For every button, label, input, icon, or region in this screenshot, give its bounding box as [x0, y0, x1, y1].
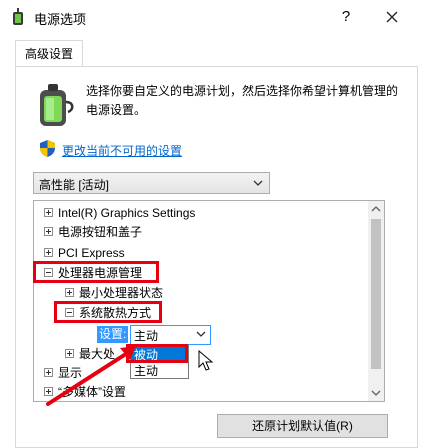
help-button[interactable]: ? — [336, 6, 356, 28]
power-options-icon — [13, 8, 23, 25]
annotation-arrow-icon — [46, 346, 136, 406]
expand-icon[interactable] — [44, 227, 53, 236]
tab-advanced-settings[interactable]: 高级设置 — [15, 40, 83, 69]
tree-scrollbar[interactable] — [368, 201, 384, 401]
tree-item-label: 电源按钮和盖子 — [58, 225, 143, 239]
expand-icon[interactable] — [44, 248, 53, 257]
scroll-up-icon[interactable] — [368, 201, 384, 217]
close-icon[interactable] — [380, 5, 404, 29]
page-description: 选择你要自定义的电源计划，然后选择你希望计算机管理的电源设置。 — [86, 84, 399, 117]
battery-plug-icon — [40, 84, 74, 126]
restore-defaults-button[interactable]: 还原计划默认值(R) — [217, 414, 388, 438]
power-plan-value: 高性能 [活动] — [39, 178, 110, 192]
chevron-down-icon — [253, 180, 263, 186]
highlight-box-processor-power — [33, 261, 159, 283]
scroll-down-icon[interactable] — [368, 385, 384, 401]
expand-icon[interactable] — [44, 208, 53, 217]
chevron-down-icon — [196, 331, 206, 337]
expand-icon[interactable] — [65, 288, 74, 297]
title-bar: 电源选项 ? — [0, 0, 431, 34]
power-plan-select[interactable]: 高性能 [活动] — [33, 172, 270, 194]
tree-item-label: PCI Express — [58, 246, 125, 260]
highlight-box-cooling-policy — [54, 301, 162, 323]
mouse-pointer-icon — [198, 350, 214, 371]
tab-strip: 高级设置 — [0, 34, 431, 69]
tree-item-label: Intel(R) Graphics Settings — [58, 206, 196, 220]
change-settings-link-label: 更改当前不可用的设置 — [62, 144, 183, 158]
tree-item-label: 最小处理器状态 — [79, 286, 164, 300]
scrollbar-thumb[interactable] — [371, 219, 381, 369]
uac-shield-icon — [40, 140, 55, 157]
window-title: 电源选项 — [34, 12, 87, 27]
